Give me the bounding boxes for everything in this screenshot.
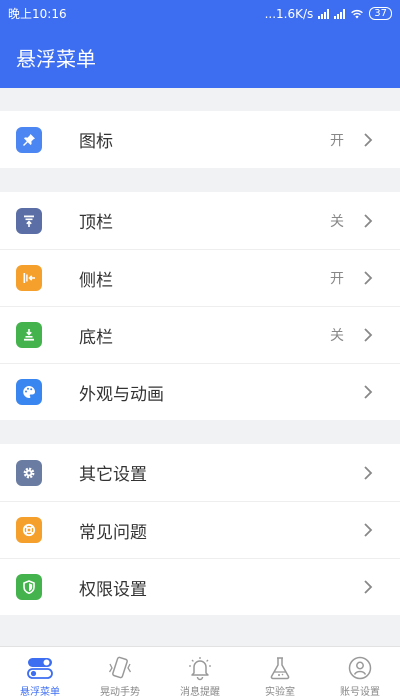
menu-item-label: 侧栏 (79, 270, 113, 291)
toggle-state: 开 (330, 271, 344, 287)
status-time: 晚上10:16 (8, 7, 67, 21)
gear-icon (16, 459, 42, 486)
tab-floating-menu[interactable]: 悬浮菜单 (0, 647, 80, 698)
chevron-right-icon (364, 465, 373, 480)
network-speed: ...1.6K/s (264, 6, 314, 21)
menu-item-label: 其它设置 (79, 465, 147, 485)
battery-icon: 37 (369, 7, 392, 20)
app-bar: 悬浮菜单 (0, 27, 400, 88)
tab-label: 消息提醒 (180, 687, 220, 698)
top-bar-icon (16, 207, 42, 234)
menu-item-label: 外观与动画 (79, 384, 164, 405)
bottom-tab-bar: 悬浮菜单 晃动手势 消息提醒 实验室 账号设置 (0, 646, 400, 698)
chevron-right-icon (364, 580, 373, 594)
toggle-state: 关 (330, 328, 344, 344)
signal-icon (318, 8, 330, 19)
chevron-right-icon (364, 132, 373, 147)
tab-notifications[interactable]: 消息提醒 (160, 647, 240, 698)
chevron-right-icon (364, 328, 373, 342)
bottom-bar-icon (16, 322, 42, 348)
status-bar: 晚上10:16 ...1.6K/s 37 (0, 0, 400, 27)
shake-phone-icon (105, 654, 135, 682)
chevron-right-icon (364, 271, 373, 285)
menu-item-faq[interactable]: 常见问题 (0, 501, 400, 558)
menu-item-permissions[interactable]: 权限设置 (0, 558, 400, 615)
bell-icon (185, 654, 215, 682)
status-icons: ...1.6K/s 37 (265, 7, 392, 21)
tab-shake-gesture[interactable]: 晃动手势 (80, 647, 160, 698)
tab-label: 实验室 (265, 687, 295, 698)
shield-icon (16, 574, 42, 600)
flask-icon (265, 654, 295, 682)
side-bar-icon (16, 265, 42, 291)
tab-label: 晃动手势 (100, 687, 140, 698)
menu-item-label: 常见问题 (79, 522, 147, 543)
menu-item-top-bar[interactable]: 顶栏 关 (0, 192, 400, 249)
toggle-state: 关 (330, 213, 344, 230)
chevron-right-icon (364, 385, 373, 399)
menu-item-label: 底栏 (79, 327, 113, 348)
wifi-icon (351, 9, 364, 18)
palette-icon (16, 379, 42, 405)
toggle-state: 开 (330, 132, 344, 149)
signal-icon (334, 8, 346, 19)
menu-item-label: 顶栏 (79, 213, 113, 233)
chevron-right-icon (364, 523, 373, 537)
account-icon (345, 654, 375, 682)
toggle-icon (25, 654, 55, 682)
pin-icon (16, 126, 42, 153)
chevron-right-icon (364, 213, 373, 228)
page-title: 悬浮菜单 (16, 47, 96, 71)
settings-group-bars: 顶栏 关 侧栏 开 底栏 关 外观与动画 (0, 192, 400, 420)
settings-group-misc: 其它设置 常见问题 权限设置 (0, 444, 400, 615)
menu-item-icon[interactable]: 图标 开 (0, 111, 400, 168)
settings-group-icon: 图标 开 (0, 111, 400, 168)
menu-item-label: 权限设置 (79, 579, 147, 600)
menu-item-other-settings[interactable]: 其它设置 (0, 444, 400, 501)
menu-item-label: 图标 (79, 132, 113, 152)
lifebuoy-icon (16, 517, 42, 543)
tab-lab[interactable]: 实验室 (240, 647, 320, 698)
menu-item-side-bar[interactable]: 侧栏 开 (0, 249, 400, 306)
tab-label: 悬浮菜单 (20, 687, 60, 698)
tab-account-settings[interactable]: 账号设置 (320, 647, 400, 698)
tab-label: 账号设置 (340, 687, 380, 698)
menu-item-appearance[interactable]: 外观与动画 (0, 363, 400, 420)
menu-item-bottom-bar[interactable]: 底栏 关 (0, 306, 400, 363)
